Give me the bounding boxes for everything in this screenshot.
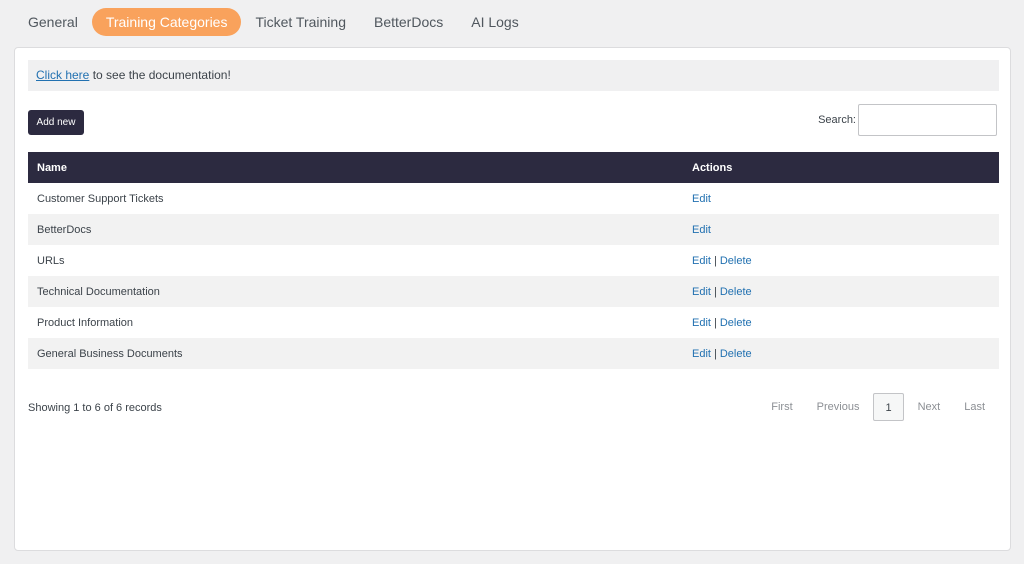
edit-link[interactable]: Edit [692, 317, 711, 329]
row-actions: Edit | Delete [683, 348, 999, 360]
row-name: General Business Documents [37, 347, 183, 360]
edit-link[interactable]: Edit [692, 255, 711, 267]
pager-previous[interactable]: Previous [805, 393, 872, 421]
table-row: Technical Documentation Edit | Delete [28, 276, 999, 307]
tab-bar: General Training Categories Ticket Train… [14, 8, 533, 36]
row-actions: Edit | Delete [683, 255, 999, 267]
action-separator: | [713, 347, 717, 360]
pager-first[interactable]: First [759, 393, 804, 421]
edit-link[interactable]: Edit [692, 286, 711, 298]
table-row: General Business Documents Edit | Delete [28, 338, 999, 369]
edit-link[interactable]: Edit [692, 224, 711, 236]
pager-next[interactable]: Next [906, 393, 953, 421]
row-name: URLs [37, 254, 65, 267]
delete-link[interactable]: Delete [720, 255, 752, 267]
row-actions: Edit | Delete [683, 317, 999, 329]
pager-current-page[interactable]: 1 [873, 393, 904, 421]
add-new-button[interactable]: Add new [28, 110, 84, 135]
action-separator: | [713, 316, 717, 329]
categories-table: Name Actions Customer Support Tickets Ed… [28, 152, 999, 369]
tab-ai-logs[interactable]: AI Logs [457, 8, 532, 36]
action-separator: | [713, 285, 717, 298]
row-actions: Edit [683, 193, 999, 205]
notice-text: to see the documentation! [89, 68, 231, 82]
delete-link[interactable]: Delete [720, 286, 752, 298]
delete-link[interactable]: Delete [720, 317, 752, 329]
pager-last[interactable]: Last [952, 393, 997, 421]
edit-link[interactable]: Edit [692, 193, 711, 205]
table-body: Customer Support Tickets Edit BetterDocs… [28, 183, 999, 369]
tab-training-categories[interactable]: Training Categories [91, 8, 242, 36]
table-row: Product Information Edit | Delete [28, 307, 999, 338]
row-actions: Edit | Delete [683, 286, 999, 298]
row-name: Product Information [37, 316, 133, 329]
row-name: BetterDocs [37, 223, 92, 236]
documentation-link[interactable]: Click here [36, 68, 89, 82]
table-row: BetterDocs Edit [28, 214, 999, 245]
row-actions: Edit [683, 224, 999, 236]
search-area: Search: [818, 104, 997, 136]
records-summary: Showing 1 to 6 of 6 records [28, 402, 162, 414]
pagination: First Previous 1 Next Last [759, 393, 997, 421]
tab-general[interactable]: General [14, 8, 92, 36]
table-row: URLs Edit | Delete [28, 245, 999, 276]
main-panel: Click here to see the documentation! Add… [14, 47, 1011, 551]
action-separator: | [713, 254, 717, 267]
delete-link[interactable]: Delete [720, 348, 752, 360]
column-header-name[interactable]: Name [28, 162, 683, 174]
table-header: Name Actions [28, 152, 999, 183]
search-label: Search: [818, 114, 856, 126]
documentation-notice: Click here to see the documentation! [28, 60, 999, 91]
tab-ticket-training[interactable]: Ticket Training [241, 8, 360, 36]
search-input[interactable] [858, 104, 997, 136]
table-row: Customer Support Tickets Edit [28, 183, 999, 214]
column-header-actions: Actions [692, 161, 733, 174]
row-name: Customer Support Tickets [37, 192, 164, 205]
edit-link[interactable]: Edit [692, 348, 711, 360]
row-name: Technical Documentation [37, 285, 160, 298]
tab-betterdocs[interactable]: BetterDocs [360, 8, 457, 36]
